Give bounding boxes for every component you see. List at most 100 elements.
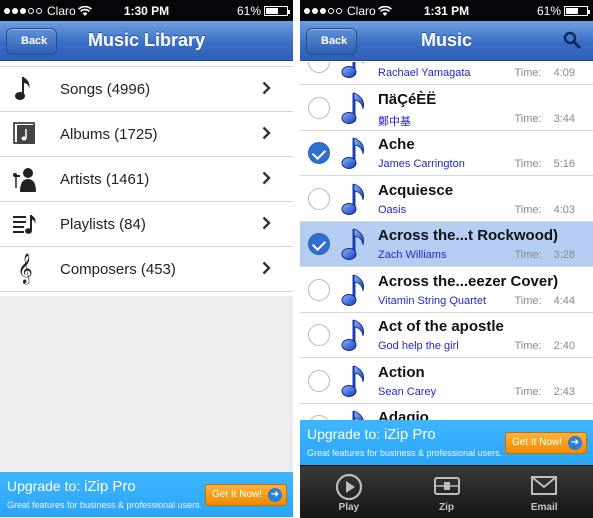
time-label: Time:: [514, 249, 542, 261]
song-row[interactable]: Act of the apostle God help the girl Time:…: [300, 313, 593, 358]
chevron-right-icon: [262, 171, 271, 185]
ad-title: Upgrade to: iZip Pro: [307, 426, 436, 443]
ad-subtitle: Great features for business & profession…: [7, 500, 203, 510]
song-artist: James Carrington: [378, 158, 465, 170]
zip-icon: [433, 477, 460, 495]
library-item-playlists[interactable]: Playlists (84): [0, 202, 293, 247]
time-label: Time:: [514, 112, 542, 125]
time-value: 2:40: [553, 340, 575, 352]
play-icon: [335, 473, 362, 501]
song-row[interactable]: Acquiesce Oasis Time: 4:03: [300, 176, 593, 222]
song-duration: Time: 3:28: [514, 249, 575, 261]
navigation-bar: Back Music Library: [0, 21, 293, 61]
battery-percent: 61%: [536, 4, 561, 18]
battery-percent: 61%: [236, 4, 261, 18]
song-row[interactable]: Action Sean Carey Time: 2:43: [300, 358, 593, 404]
library-item-label: Composers (453): [60, 260, 176, 278]
status-bar: Claro 1:30 PM 61%: [0, 0, 293, 21]
music-note-icon: [340, 90, 368, 126]
tab-label: Zip: [439, 502, 454, 513]
email-icon: [531, 476, 558, 495]
time-value: 3:28: [553, 249, 575, 261]
song-title: Adagio: [378, 409, 429, 420]
song-row[interactable]: Rachael Yamagata Time: 4:09: [300, 62, 593, 85]
song-artist: Sean Carey: [378, 385, 437, 398]
tab-label: Play: [338, 502, 360, 513]
checkbox-icon[interactable]: [308, 96, 330, 119]
song-title: Action: [378, 363, 425, 381]
song-title: ПäÇéÈË: [378, 90, 437, 108]
song-row[interactable]: ПäÇéÈË 鄭中基 Time: 3:44: [300, 85, 593, 131]
library-item-artists[interactable]: Artists (1461): [0, 157, 293, 202]
time-label: Time:: [514, 67, 542, 79]
music-note-icon: [340, 62, 368, 80]
upgrade-banner[interactable]: Upgrade to: iZip Pro Great features for …: [0, 472, 293, 517]
song-title: Across the...t Rockwood): [378, 227, 559, 244]
checkbox-icon[interactable]: [308, 369, 330, 392]
time-label: Time:: [514, 294, 542, 307]
library-item-songs[interactable]: Songs (4996): [0, 67, 293, 112]
music-note-icon: [340, 272, 368, 308]
checkbox-icon[interactable]: [308, 324, 330, 346]
checkbox-icon[interactable]: [308, 187, 330, 210]
song-duration: Time: 5:16: [514, 158, 575, 170]
time-label: Time:: [514, 385, 542, 398]
tab-email[interactable]: Email: [495, 466, 593, 518]
library-item-albums[interactable]: Albums (1725): [0, 112, 293, 157]
checkbox-icon[interactable]: [308, 278, 330, 301]
song-duration: Time: 3:44: [514, 113, 575, 125]
arrow-right-icon: ➜: [268, 488, 282, 502]
time-value: 4:09: [553, 67, 575, 79]
library-item-label: Artists (1461): [60, 170, 150, 188]
arrow-right-icon: ➜: [568, 436, 582, 450]
music-note-icon: [340, 363, 368, 399]
song-list[interactable]: Rachael Yamagata Time: 4:09 ПäÇéÈË 鄭中基 Time: 3…: [300, 62, 593, 420]
album-icon: [0, 122, 50, 146]
song-duration: Time: 4:44: [514, 295, 575, 307]
chevron-right-icon: [262, 261, 271, 275]
artist-icon: [0, 166, 50, 192]
song-row[interactable]: Ache James Carrington Time: 5:16: [300, 131, 593, 176]
song-title: Across the...eezer Cover): [378, 272, 559, 290]
upgrade-banner[interactable]: Upgrade to: iZip Pro Great features for …: [300, 420, 593, 465]
song-title: Ache: [378, 136, 415, 153]
music-note-icon: [340, 226, 368, 262]
music-note-icon: [340, 181, 368, 217]
music-note-icon: [0, 75, 50, 103]
music-note-icon: [340, 317, 368, 353]
tab-zip[interactable]: Zip: [398, 466, 496, 518]
song-artist: Zach Williams: [378, 249, 447, 261]
song-duration: Time: 2:40: [514, 340, 575, 352]
page-title: Music Library: [87, 30, 206, 50]
song-row[interactable]: Across the...t Rockwood) Zach Williams Tim…: [300, 222, 593, 267]
song-title: Acquiesce: [378, 181, 454, 199]
screen-divider: [293, 0, 300, 518]
search-icon[interactable]: [563, 31, 581, 49]
get-it-now-button[interactable]: Get It Now! ➜: [504, 432, 587, 454]
song-artist: God help the girl: [378, 340, 459, 352]
song-duration: Time: 2:43: [514, 386, 575, 398]
time-value: 3:44: [553, 112, 575, 125]
library-item-label: Playlists (84): [60, 215, 146, 233]
library-item-composers[interactable]: 𝄞 Composers (453): [0, 247, 293, 292]
ad-title: Upgrade to: iZip Pro: [7, 478, 136, 495]
ad-subtitle: Great features for business & profession…: [307, 448, 503, 458]
tab-label: Email: [530, 502, 558, 513]
tab-play[interactable]: Play: [300, 466, 398, 518]
chevron-right-icon: [262, 216, 271, 230]
time-value: 5:16: [553, 158, 575, 170]
page-title: Music: [420, 30, 472, 50]
song-artist: 鄭中基: [378, 115, 411, 128]
checkbox-checked-icon[interactable]: [308, 142, 330, 164]
song-artist: Oasis: [378, 203, 407, 216]
chevron-right-icon: [262, 81, 271, 95]
library-item-label: Albums (1725): [60, 125, 158, 143]
battery-icon: [264, 6, 290, 16]
checkbox-icon[interactable]: [308, 62, 330, 73]
checkbox-checked-icon[interactable]: [308, 233, 330, 255]
song-row[interactable]: Across the...eezer Cover) Vitamin String …: [300, 267, 593, 313]
song-row[interactable]: Adagio: [300, 404, 593, 420]
status-bar: Claro 1:31 PM 61%: [300, 0, 593, 21]
get-it-now-button[interactable]: Get It Now! ➜: [204, 484, 287, 506]
song-title: Act of the apostle: [378, 318, 504, 335]
